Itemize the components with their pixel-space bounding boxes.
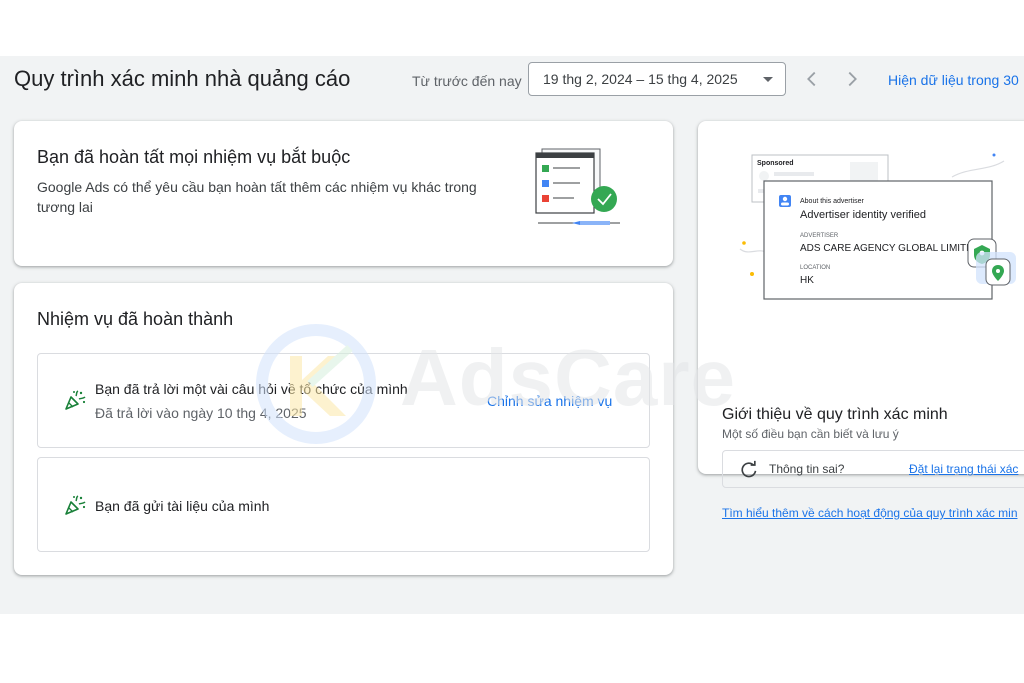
learn-more-link[interactable]: Tìm hiểu thêm về cách hoạt động của quy … (722, 506, 1018, 520)
completed-tasks-card: Nhiệm vụ đã hoàn thành Bạn đã trả lời mộ… (14, 283, 673, 575)
advertiser-name: ADS CARE AGENCY GLOBAL LIMITED (800, 243, 980, 254)
identity-verified-label: Advertiser identity verified (800, 209, 926, 221)
task-row: Bạn đã gửi tài liệu của mình (37, 457, 650, 552)
task-title: Bạn đã trả lời một vài câu hỏi về tổ chứ… (95, 381, 408, 397)
incorrect-info-question: Thông tin sai? (769, 462, 845, 476)
task-title: Bạn đã gửi tài liệu của mình (95, 498, 270, 514)
advertiser-verified-illustration-icon: Sponsored About this advertiser Advertis… (739, 153, 1016, 300)
incorrect-info-box: Thông tin sai? Đặt lại trạng thái xác (722, 450, 1024, 488)
show-data-link[interactable]: Hiện dữ liệu trong 30 (888, 72, 1019, 88)
verification-intro-card: Sponsored About this advertiser Advertis… (698, 121, 1024, 520)
chevron-left-icon (807, 71, 816, 87)
chevron-down-icon (763, 76, 773, 82)
intro-title: Giới thiệu về quy trình xác minh (722, 406, 948, 423)
party-popper-icon (63, 493, 87, 517)
reset-status-link[interactable]: Đặt lại trạng thái xác (909, 462, 1018, 476)
refresh-icon (739, 460, 759, 480)
all-tasks-completed-card: Bạn đã hoàn tất mọi nhiệm vụ bắt buộc Go… (14, 121, 673, 266)
next-period-button[interactable] (841, 68, 863, 90)
chevron-right-icon (848, 71, 857, 87)
date-range-select[interactable]: 19 thg 2, 2024 – 15 thg 4, 2025 (528, 62, 786, 96)
date-range-value: 19 thg 2, 2024 – 15 thg 4, 2025 (543, 71, 738, 87)
card-title: Nhiệm vụ đã hoàn thành (37, 309, 234, 329)
task-row: Bạn đã trả lời một vài câu hỏi về tổ chứ… (37, 353, 650, 448)
location-value: HK (800, 275, 814, 286)
page-title: Quy trình xác minh nhà quảng cáo (14, 66, 351, 91)
previous-period-button[interactable] (801, 68, 823, 90)
advertiser-field-label: ADVERTISER (800, 233, 839, 239)
about-advertiser-label: About this advertiser (800, 198, 864, 205)
date-range-caption: Từ trước đến nay (412, 73, 522, 89)
card-description: Google Ads có thể yêu cầu bạn hoàn tất t… (37, 179, 477, 215)
sponsored-label: Sponsored (757, 160, 794, 167)
task-answered-date: Đã trả lời vào ngày 10 thg 4, 2025 (95, 405, 307, 421)
edit-task-link[interactable]: Chỉnh sửa nhiệm vụ (487, 393, 612, 409)
checklist-illustration-icon (535, 148, 620, 225)
party-popper-icon (63, 388, 87, 412)
location-field-label: LOCATION (800, 265, 830, 271)
card-title: Bạn đã hoàn tất mọi nhiệm vụ bắt buộc (37, 147, 351, 167)
intro-subtitle: Một số điều bạn cần biết và lưu ý (722, 427, 899, 441)
verification-page: Quy trình xác minh nhà quảng cáo Từ trướ… (0, 56, 1024, 614)
